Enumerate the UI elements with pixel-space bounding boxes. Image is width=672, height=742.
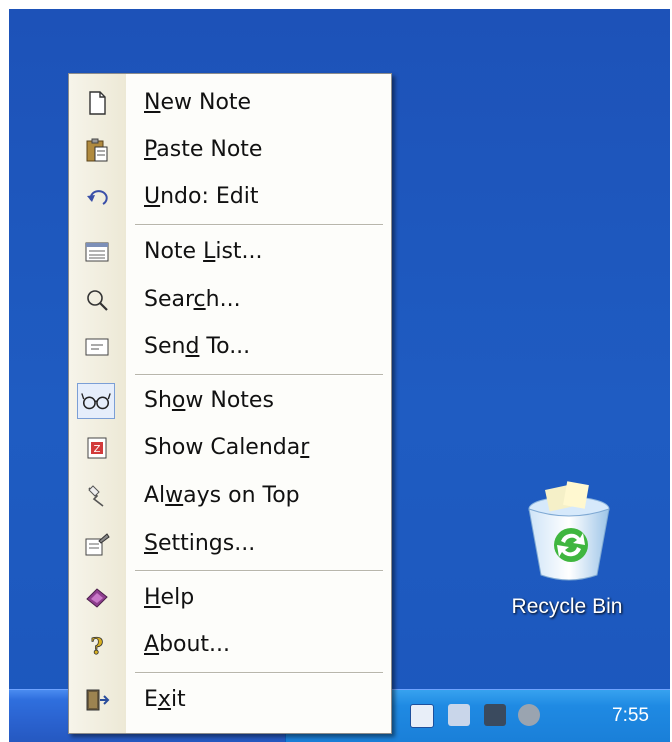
calendar-icon: Z [87,437,107,459]
pin-icon [88,485,104,507]
desktop: Recycle Bin né 7:55 New Note [9,9,670,742]
tray-network-icon[interactable] [448,704,470,726]
menu-item-label: Exit [144,687,186,712]
menu-item-label: Show Calendar [144,435,310,460]
menu-item-show-calendar[interactable]: Z Show Calendar [69,425,391,471]
recycle-bin-label: Recycle Bin [511,595,623,618]
recycle-bin[interactable]: Recycle Bin [487,467,647,637]
menu-item-search[interactable]: Search... [69,277,391,323]
undo-icon [87,190,108,205]
menu-item-label: Always on Top [144,483,300,508]
menu-item-always-on-top[interactable]: Always on Top [69,473,391,519]
menu-item-about[interactable]: ? About... [69,622,391,668]
menu-separator [135,672,383,674]
tray-security-icon[interactable] [484,704,506,726]
paste-icon [86,138,108,162]
menu-item-help[interactable]: Help [69,575,391,621]
menu-item-settings[interactable]: Settings... [69,521,391,567]
menu-item-label: Send To... [144,334,251,359]
menu-item-undo[interactable]: Undo: Edit [69,174,391,220]
menu-separator [135,224,383,226]
tray-context-menu: New Note Paste Note Undo: Edit Note List… [68,73,392,734]
svg-text:Z: Z [94,444,101,455]
menu-item-label: Show Notes [144,388,274,413]
menu-item-label: Paste Note [144,137,263,162]
menu-item-label: Note List... [144,239,263,264]
tray-volume-icon[interactable] [518,704,540,726]
send-to-icon [85,338,109,356]
taskbar-clock[interactable]: 7:55 [612,705,649,727]
tray-app-icon[interactable] [410,704,434,728]
about-question-icon: ? [90,634,104,658]
svg-text:?: ? [91,634,104,658]
menu-item-send-to[interactable]: Send To... [69,324,391,370]
search-icon [87,290,108,311]
exit-door-icon [86,689,110,711]
recycle-bin-icon [528,481,610,581]
menu-item-label: Search... [144,287,241,312]
menu-item-note-list[interactable]: Note List... [69,229,391,275]
new-note-icon [89,91,106,115]
menu-item-label: Settings... [144,531,256,556]
settings-icon [85,533,110,556]
menu-item-exit[interactable]: Exit [69,677,391,723]
menu-separator [135,374,383,376]
note-list-icon [85,242,109,262]
menu-item-label: About... [144,632,231,657]
menu-separator [135,570,383,572]
menu-item-paste-note[interactable]: Paste Note [69,127,391,173]
menu-item-label: Help [144,585,195,610]
glasses-icon [77,383,115,419]
menu-item-label: Undo: Edit [144,184,259,209]
help-book-icon [86,588,108,608]
menu-item-label: New Note [144,90,252,115]
menu-item-new-note[interactable]: New Note [69,80,391,126]
menu-item-show-notes[interactable]: Show Notes [69,378,391,424]
